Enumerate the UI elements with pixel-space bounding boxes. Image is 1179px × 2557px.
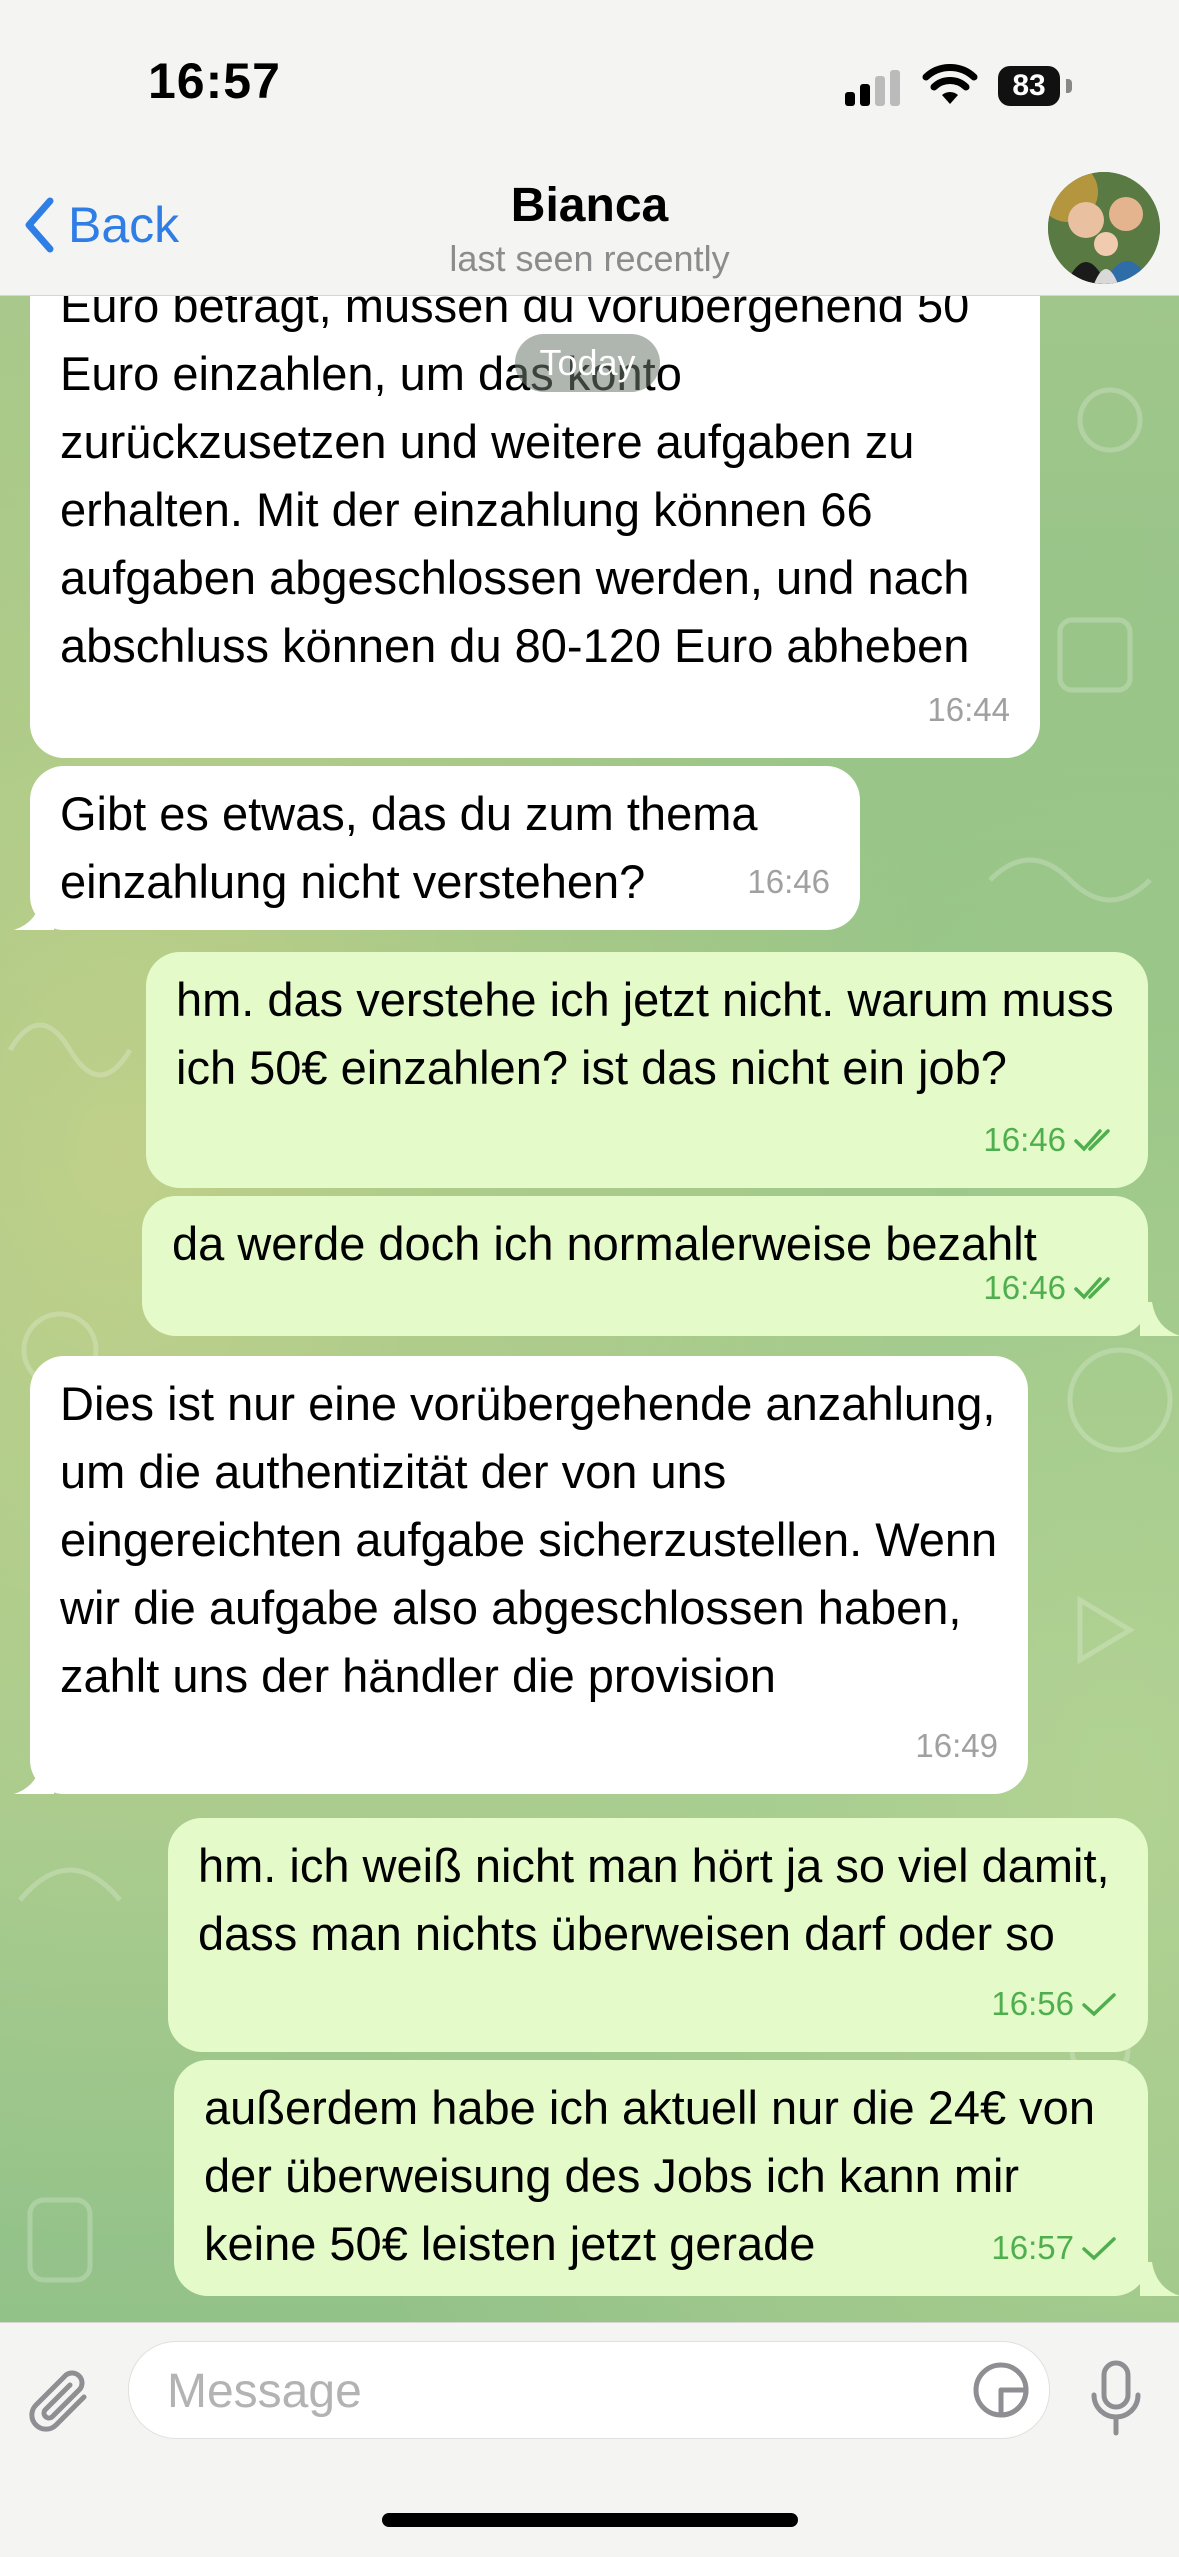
bubble-tail bbox=[1140, 1302, 1179, 1336]
message-time: 16:44 bbox=[927, 691, 1010, 728]
message-text: Gibt es etwas, das du zum thema einzahlu… bbox=[60, 787, 758, 908]
bubble-tail bbox=[14, 1760, 54, 1794]
message-text: Dies ist nur eine vorübergehende anzahlu… bbox=[60, 1377, 998, 1702]
sticker-icon[interactable] bbox=[971, 2360, 1031, 2420]
message-bubble-incoming[interactable]: Gibt es etwas, das du zum thema einzahlu… bbox=[30, 766, 860, 930]
home-indicator bbox=[382, 2513, 798, 2527]
message-field[interactable] bbox=[128, 2341, 1050, 2440]
message-time: 16:49 bbox=[915, 1727, 998, 1764]
chat-header-overlay: Back Bianca last seen recently bbox=[0, 160, 1179, 296]
message-bubble-outgoing[interactable]: außerdem habe ich aktuell nur die 24€ vo… bbox=[174, 2060, 1148, 2296]
contact-avatar[interactable] bbox=[1048, 172, 1160, 284]
wifi-icon bbox=[922, 64, 978, 104]
check-icon bbox=[1082, 1993, 1116, 2017]
double-check-icon bbox=[1074, 1129, 1110, 1152]
message-input[interactable] bbox=[165, 2342, 949, 2440]
paperclip-icon[interactable] bbox=[28, 2367, 96, 2443]
date-separator-pill: Today bbox=[515, 334, 660, 392]
bubble-tail bbox=[1140, 2262, 1179, 2296]
message-bubble-outgoing[interactable]: hm. das verstehe ich jetzt nicht. warum … bbox=[146, 952, 1148, 1188]
microphone-icon[interactable] bbox=[1088, 2359, 1144, 2439]
bubble-tail bbox=[14, 896, 54, 930]
message-text: Euro beträgt, müssen du vorübergehend 50… bbox=[60, 279, 970, 672]
message-bubble-incoming[interactable]: Dies ist nur eine vorübergehende anzahlu… bbox=[30, 1356, 1028, 1794]
message-time: 16:56 bbox=[991, 1985, 1074, 2022]
battery-tip bbox=[1066, 79, 1072, 93]
battery-indicator: 83 bbox=[998, 66, 1060, 106]
message-time: 16:57 bbox=[991, 2229, 1074, 2266]
message-bubble-incoming[interactable]: Euro beträgt, müssen du vorübergehend 50… bbox=[30, 230, 1040, 758]
status-bar: 16:57 83 bbox=[0, 0, 1179, 160]
message-time: 16:46 bbox=[747, 863, 830, 900]
avatar-photo bbox=[1048, 172, 1160, 284]
cellular-signal-icon bbox=[845, 70, 900, 106]
message-time: 16:46 bbox=[983, 1269, 1066, 1306]
double-check-icon bbox=[1074, 1277, 1110, 1300]
status-time: 16:57 bbox=[148, 53, 281, 109]
message-text: hm. das verstehe ich jetzt nicht. warum … bbox=[176, 973, 1114, 1094]
message-time: 16:46 bbox=[983, 1121, 1066, 1158]
message-bubble-outgoing[interactable]: da werde doch ich normalerweise bezahlt … bbox=[142, 1196, 1148, 1336]
check-icon bbox=[1082, 2237, 1116, 2261]
chat-title[interactable]: Bianca bbox=[0, 178, 1179, 233]
last-seen-status: last seen recently bbox=[449, 238, 730, 279]
message-text: außerdem habe ich aktuell nur die 24€ vo… bbox=[204, 2081, 1095, 2270]
message-text: hm. ich weiß nicht man hört ja so viel d… bbox=[198, 1839, 1110, 1960]
message-text: da werde doch ich normalerweise bezahlt bbox=[172, 1217, 1037, 1270]
message-bubble-outgoing[interactable]: hm. ich weiß nicht man hört ja so viel d… bbox=[168, 1818, 1148, 2052]
